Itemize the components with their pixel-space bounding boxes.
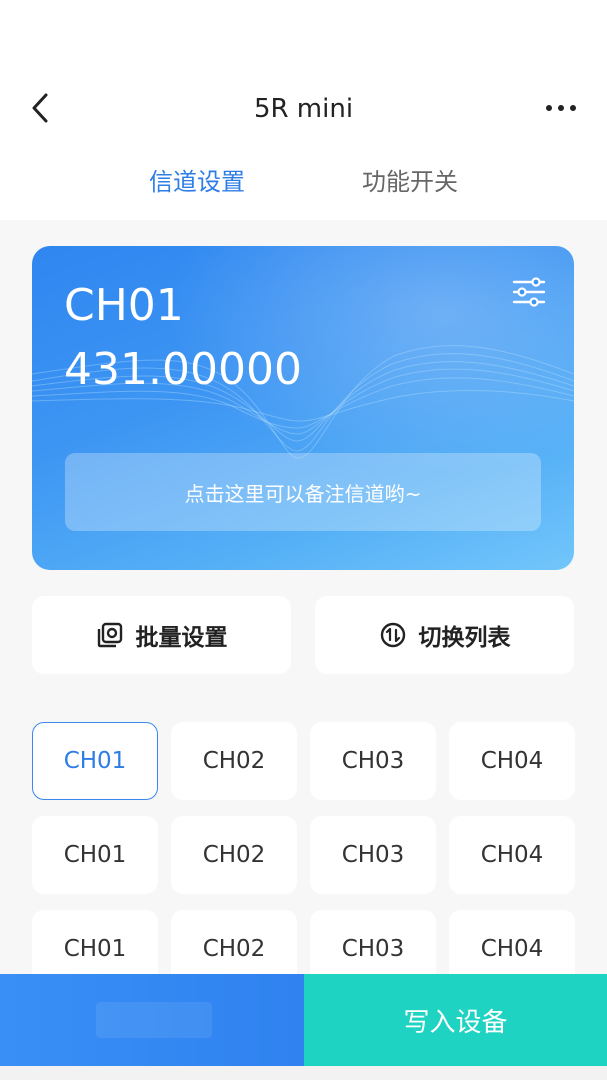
switch-list-button[interactable]: 切换列表 [315, 596, 574, 674]
bottom-edge [0, 1066, 607, 1080]
channel-chip[interactable]: CH04 [449, 816, 575, 894]
current-channel: CH01 [64, 280, 184, 331]
bottom-bar: 写入设备 [0, 974, 607, 1066]
channel-chip[interactable]: CH03 [310, 910, 436, 974]
swap-icon [380, 622, 405, 648]
page: 5R mini 信道设置 功能开关 CH01 431.00000 点击这里可以备… [0, 0, 607, 1080]
write-device-button[interactable]: 写入设备 [304, 974, 607, 1066]
channel-chip[interactable]: CH01 [32, 722, 158, 800]
switch-list-label: 切换列表 [418, 625, 511, 651]
channel-note-field[interactable]: 点击这里可以备注信道哟~ [65, 453, 541, 531]
page-title: 5R mini [253, 94, 354, 124]
channel-chip[interactable]: CH03 [310, 816, 436, 894]
channel-chip[interactable]: CH04 [449, 910, 575, 974]
tab-channel-settings[interactable]: 信道设置 [149, 162, 245, 202]
channel-chip[interactable]: CH01 [32, 910, 158, 974]
batch-icon [97, 622, 122, 648]
channel-chip[interactable]: CH02 [171, 910, 297, 974]
channel-grid: CH01 CH02 CH03 CH04 CH01 CH02 CH03 CH04 … [32, 722, 575, 974]
current-frequency: 431.00000 [64, 344, 302, 395]
batch-settings-button[interactable]: 批量设置 [32, 596, 291, 674]
bottom-left-placeholder [96, 1002, 212, 1038]
batch-settings-label: 批量设置 [135, 625, 228, 651]
channel-chip[interactable]: CH03 [310, 722, 436, 800]
channel-chip[interactable]: CH02 [171, 816, 297, 894]
channel-chip[interactable]: CH02 [171, 722, 297, 800]
more-icon [546, 105, 576, 111]
channel-chip[interactable]: CH04 [449, 722, 575, 800]
tab-function-switch[interactable]: 功能开关 [362, 162, 458, 202]
bottom-left-button[interactable] [0, 974, 304, 1066]
settings-sliders-button[interactable] [510, 274, 548, 310]
channel-card: CH01 431.00000 点击这里可以备注信道哟~ [32, 246, 574, 570]
more-button[interactable] [538, 90, 584, 126]
header: 5R mini 信道设置 功能开关 [0, 0, 607, 220]
sliders-icon [512, 277, 546, 307]
channel-chip[interactable]: CH01 [32, 816, 158, 894]
